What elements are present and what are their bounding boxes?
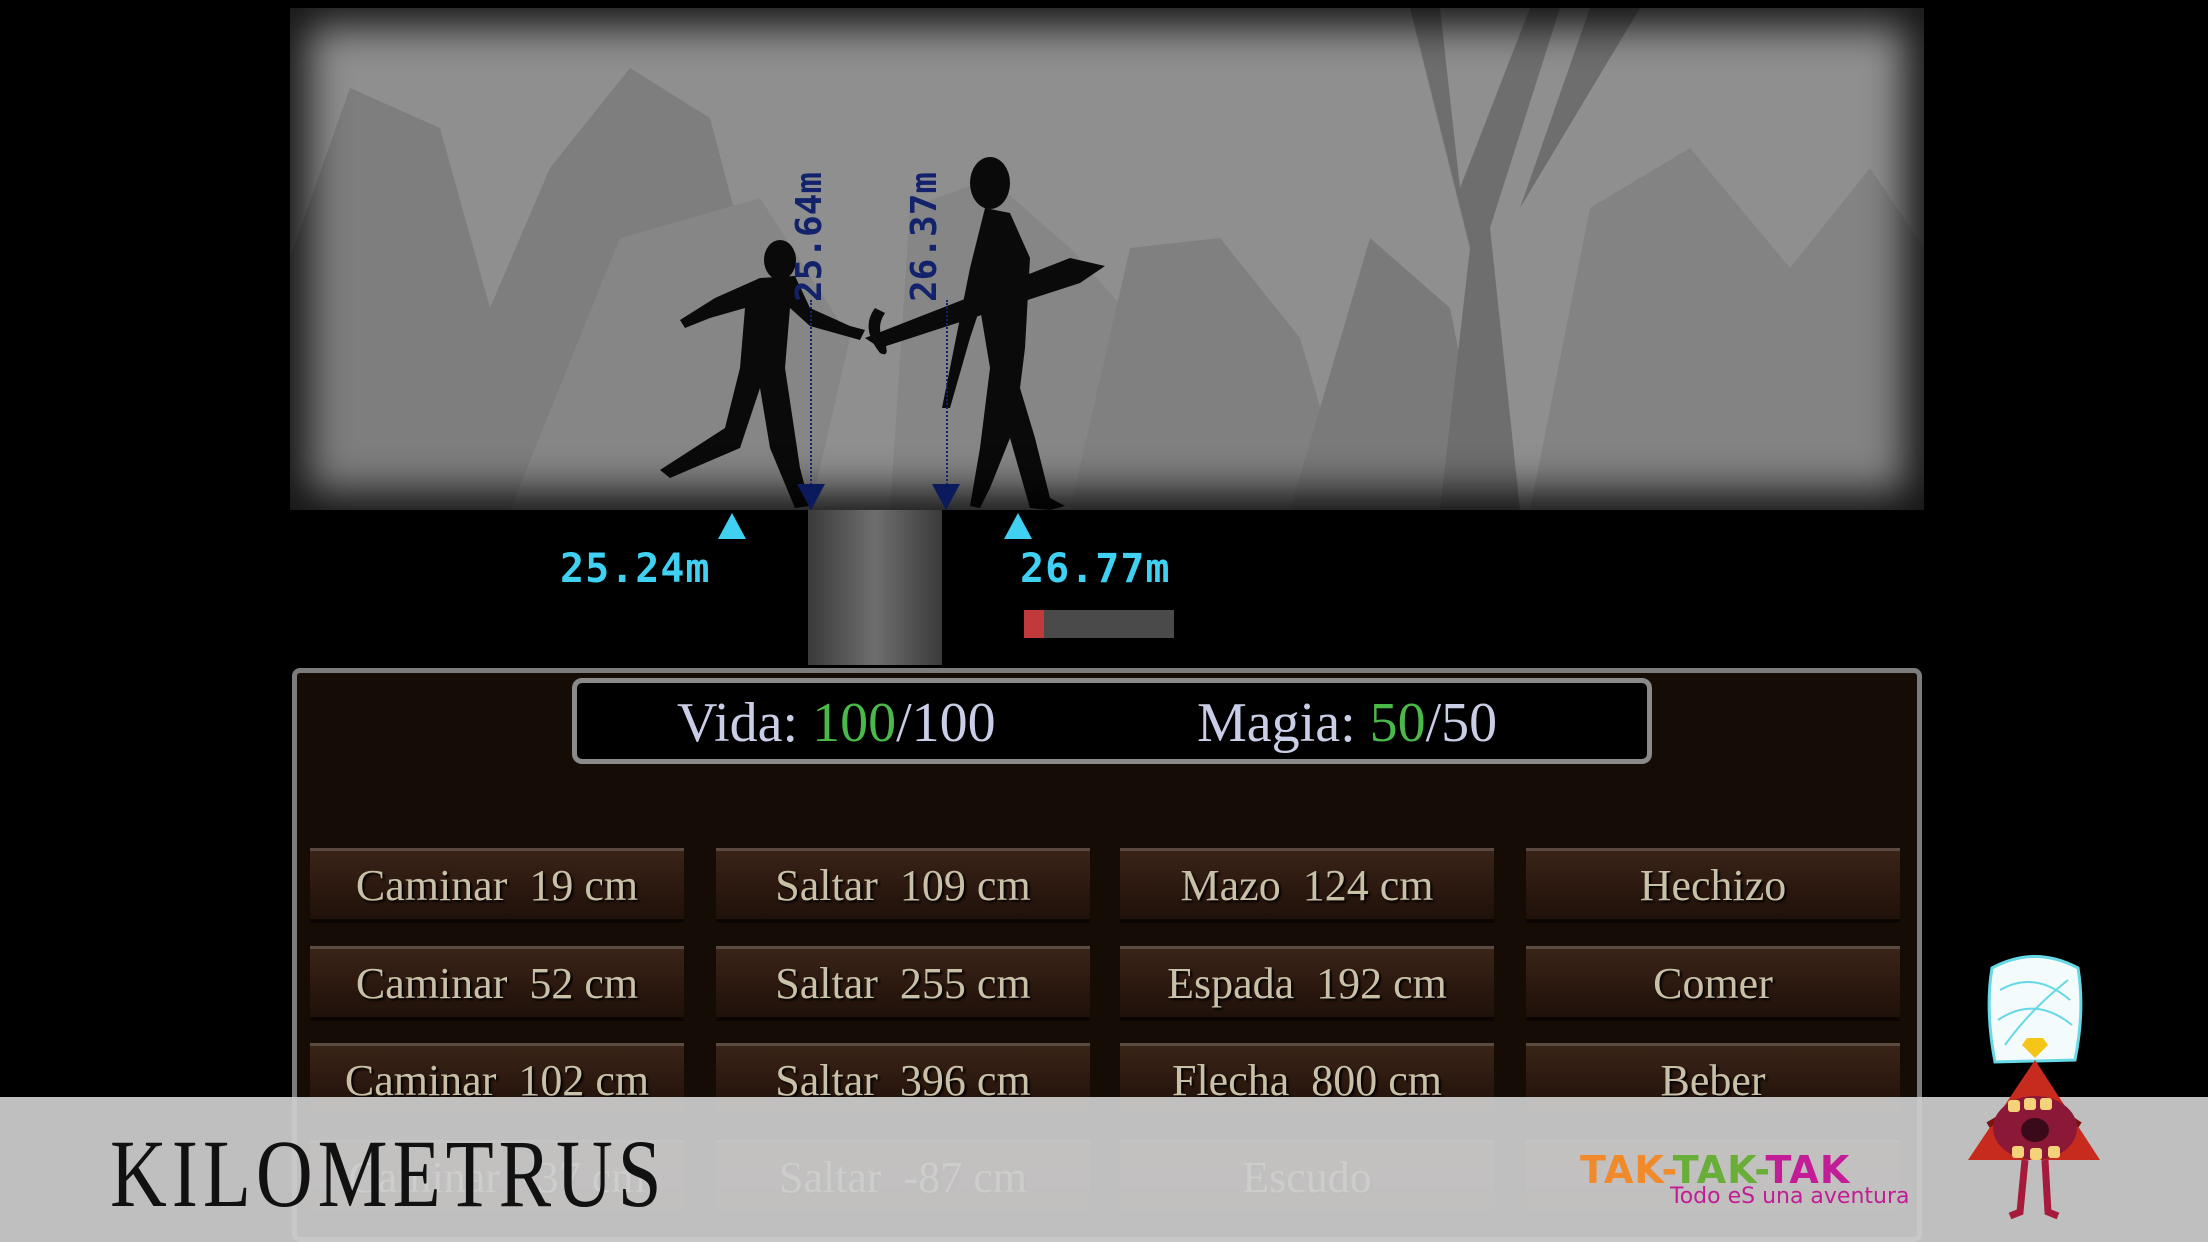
logo-part-orange: TAK- [1580,1148,1673,1192]
action-button-comer[interactable]: Comer [1526,946,1900,1017]
action-button-hechizo[interactable]: Hechizo [1526,848,1900,919]
vida-stat: Vida: 100/100 [677,691,996,755]
player-position-marker-icon [718,513,746,539]
kilometrus-title: KILOMETRUS [110,1120,667,1227]
rock-shape [1530,148,1924,510]
player-weapon-distance-label: 25.64m [789,171,830,302]
action-button-mazo[interactable]: Mazo 124 cm [1120,848,1494,919]
action-button-caminar-19[interactable]: Caminar 19 cm [310,848,684,919]
game-scene [290,8,1924,510]
player-weapon-dashed-line [810,300,812,485]
enemy-weapon-distance-label: 26.37m [904,171,945,302]
action-button-caminar-52[interactable]: Caminar 52 cm [310,946,684,1017]
action-button-saltar-109[interactable]: Saltar 109 cm [716,848,1090,919]
enemy-weapon-dashed-line [946,300,948,485]
magia-current: 50 [1369,692,1426,754]
turban-mascot-icon [1968,955,2100,1220]
magia-label: Magia: [1197,692,1370,754]
vida-label: Vida: [677,692,813,754]
vida-max: /100 [896,692,996,754]
magia-stat: Magia: 50/50 [1197,691,1497,755]
enemy-health-fill [1024,610,1044,638]
vida-current: 100 [812,692,897,754]
enemy-ground-distance: 26.77m [1020,546,1171,592]
enemy-health-bar [1024,610,1174,638]
enemy-weapon-arrow-icon [932,484,960,510]
magia-max: /50 [1425,692,1498,754]
publisher-tagline: Todo eS una aventura [1670,1184,1910,1209]
pit-hole [808,510,942,665]
player-weapon-arrow-icon [797,484,825,510]
player-ground-distance: 25.24m [560,546,711,592]
stats-bar: Vida: 100/100 Magia: 50/50 [572,678,1652,764]
action-button-saltar-255[interactable]: Saltar 255 cm [716,946,1090,1017]
enemy-position-marker-icon [1004,513,1032,539]
cave-background [290,8,1924,510]
action-button-espada[interactable]: Espada 192 cm [1120,946,1494,1017]
